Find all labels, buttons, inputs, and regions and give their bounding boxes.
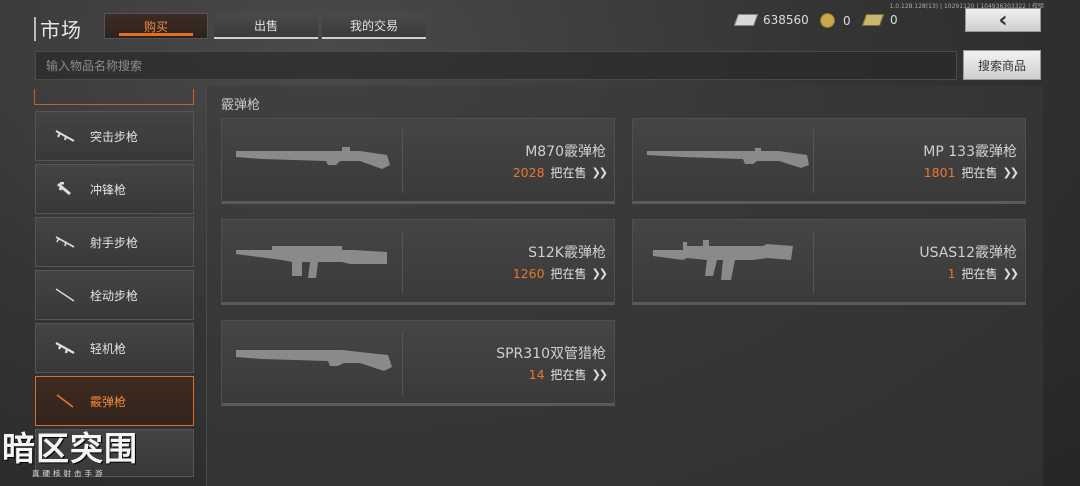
- item-count: 1260: [512, 266, 545, 281]
- item-card-spr310[interactable]: SPR310双管猎枪 14 把在售 ❯❯: [221, 320, 615, 406]
- shotgun-icon: [56, 394, 74, 408]
- item-sale-info: 2028 把在售 ❯❯: [512, 164, 609, 181]
- marksman-rifle-icon: [55, 236, 75, 248]
- usas12-shotgun-icon: [653, 240, 793, 280]
- coin-icon: [820, 13, 835, 28]
- currency-coin: 0: [820, 13, 851, 28]
- item-sale-label: 把在售: [550, 267, 587, 281]
- smg-icon: [57, 182, 71, 196]
- sidebar-item-assault-rifle[interactable]: 突击步枪: [35, 111, 194, 161]
- double-chevron-right-icon: ❯❯: [591, 368, 609, 381]
- item-count: 1801: [923, 165, 956, 180]
- market-tabs: 购买 出售 我的交易: [104, 13, 426, 39]
- m870-shotgun-icon: [236, 147, 390, 169]
- cash-value: 638560: [763, 13, 809, 27]
- mp133-shotgun-icon: [647, 148, 809, 168]
- category-sidebar: 突击步枪 冲锋枪 射手步枪 栓动步枪 轻机枪 霰弹枪: [35, 111, 194, 480]
- card-divider: [402, 129, 403, 193]
- search-input[interactable]: [35, 51, 957, 80]
- item-name: MP 133霰弹枪: [923, 144, 1017, 160]
- double-chevron-right-icon: ❯❯: [1002, 166, 1020, 179]
- sidebar-item-label: 霰弹枪: [90, 394, 127, 409]
- tab-my-trades[interactable]: 我的交易: [322, 13, 426, 39]
- tab-sell[interactable]: 出售: [214, 13, 318, 39]
- sidebar-item-label: 冲锋枪: [90, 182, 127, 197]
- currency-cash: 638560: [733, 13, 809, 27]
- double-chevron-right-icon: ❯❯: [1002, 267, 1020, 280]
- sidebar-item-lmg[interactable]: 轻机枪: [35, 323, 194, 373]
- game-logo: 暗区突围 真硬核射击手游: [2, 430, 172, 486]
- card-divider: [813, 230, 814, 294]
- item-name: S12K霰弹枪: [528, 245, 606, 261]
- item-sale-label: 把在售: [550, 368, 587, 382]
- bolt-rifle-icon: [55, 288, 75, 302]
- sidebar-item-label: 射手步枪: [90, 235, 139, 250]
- sidebar-item-bolt-rifle[interactable]: 栓动步枪: [35, 270, 194, 320]
- card-divider: [402, 331, 403, 395]
- item-sale-label: 把在售: [961, 166, 998, 180]
- item-count: 1: [947, 266, 956, 281]
- sidebar-item-label: 栓动步枪: [90, 288, 139, 303]
- item-sale-label: 把在售: [961, 267, 998, 281]
- tab-buy[interactable]: 购买: [104, 13, 208, 39]
- double-chevron-right-icon: ❯❯: [591, 267, 609, 280]
- back-chevron-icon: ‹: [998, 7, 1008, 33]
- item-sale-info: 14 把在售 ❯❯: [528, 366, 609, 383]
- s12k-shotgun-icon: [236, 246, 387, 278]
- double-chevron-right-icon: ❯❯: [591, 166, 609, 179]
- logo-title: 暗区突围: [2, 429, 138, 468]
- currency-ticket: 0: [861, 13, 898, 27]
- item-card-usas12[interactable]: USAS12霰弹枪 1 把在售 ❯❯: [632, 219, 1026, 305]
- item-card-s12k[interactable]: S12K霰弹枪 1260 把在售 ❯❯: [221, 219, 615, 305]
- item-card-m870[interactable]: M870霰弹枪 2028 把在售 ❯❯: [221, 118, 615, 204]
- item-name: M870霰弹枪: [525, 144, 606, 160]
- sidebar-item-marksman-rifle[interactable]: 射手步枪: [35, 217, 194, 267]
- sidebar-item-label: 轻机枪: [90, 341, 127, 356]
- card-divider: [813, 129, 814, 193]
- cash-icon: [733, 14, 759, 26]
- item-sale-info: 1260 把在售 ❯❯: [512, 265, 609, 282]
- logo-subtitle: 真硬核射击手游: [32, 469, 106, 478]
- ticket-value: 0: [890, 13, 898, 27]
- coin-value: 0: [843, 13, 851, 28]
- sidebar-item-shotgun[interactable]: 霰弹枪: [35, 376, 194, 426]
- page-title-wrap: 市场: [34, 14, 82, 43]
- sidebar-item-smg[interactable]: 冲锋枪: [35, 164, 194, 214]
- page-title: 市场: [40, 18, 82, 42]
- item-name: USAS12霰弹枪: [919, 245, 1017, 261]
- item-name: SPR310双管猎枪: [496, 346, 606, 362]
- card-divider: [402, 230, 403, 294]
- item-sale-label: 把在售: [550, 166, 587, 180]
- item-count: 14: [528, 367, 545, 382]
- assault-rifle-icon: [55, 130, 75, 142]
- ticket-icon: [861, 14, 885, 26]
- search-button[interactable]: 搜索商品: [963, 50, 1041, 80]
- back-button[interactable]: ‹: [965, 7, 1041, 33]
- spr310-shotgun-icon: [236, 350, 392, 371]
- item-sale-info: 1 把在售 ❯❯: [947, 265, 1020, 282]
- item-card-mp133[interactable]: MP 133霰弹枪 1801 把在售 ❯❯: [632, 118, 1026, 204]
- item-count: 2028: [512, 165, 545, 180]
- sidebar-item-label: 突击步枪: [90, 129, 139, 144]
- section-title: 霰弹枪: [221, 98, 261, 113]
- title-accent-bar: [34, 16, 36, 41]
- lmg-icon: [55, 341, 75, 355]
- sidebar-top-accent: [34, 89, 194, 105]
- item-sale-info: 1801 把在售 ❯❯: [923, 164, 1020, 181]
